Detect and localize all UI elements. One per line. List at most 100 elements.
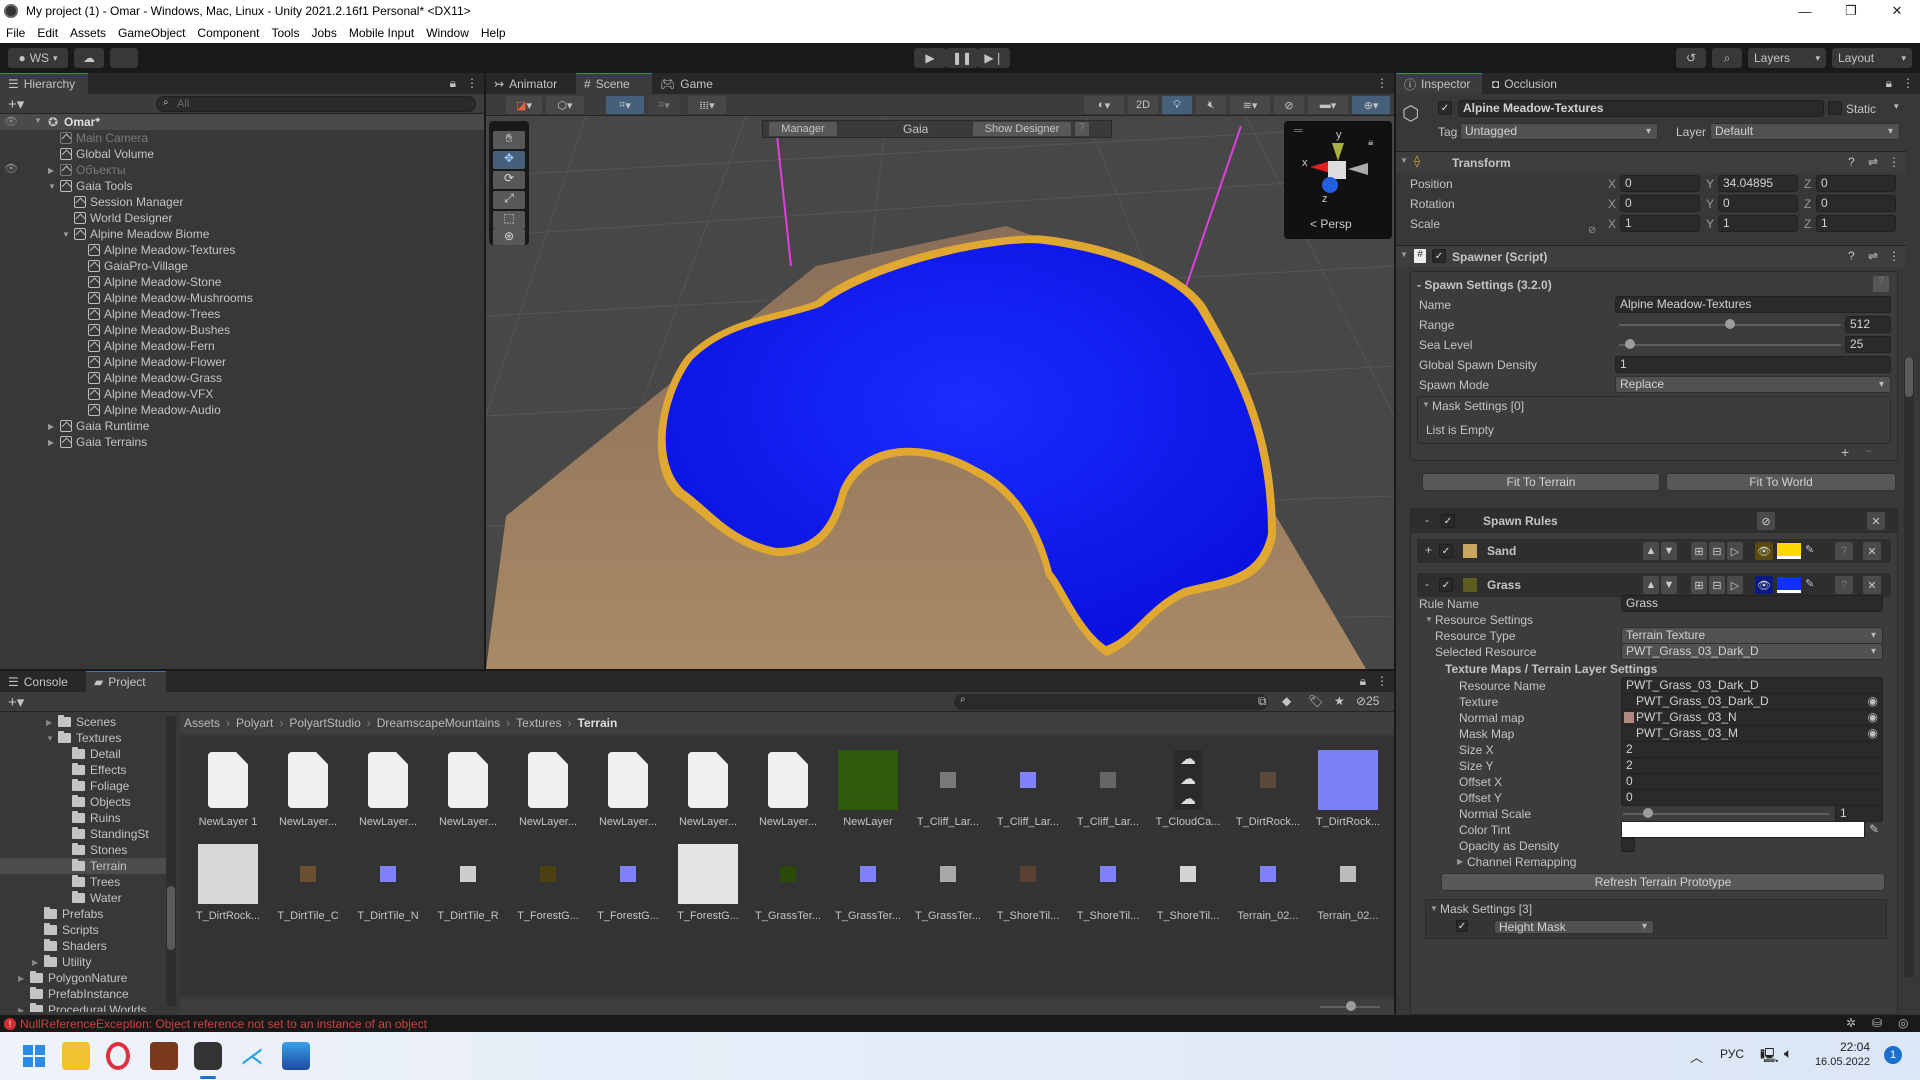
start-button[interactable] [20, 1042, 48, 1070]
undo-history-button[interactable]: ↺ [1676, 48, 1706, 68]
visibility-toggle[interactable]: ⊘ [1757, 512, 1775, 530]
asset-item[interactable]: T_ShoreTil... [1068, 842, 1148, 932]
create-button[interactable]: +▾ [8, 95, 24, 113]
opacity-density-checkbox[interactable] [1621, 838, 1635, 852]
rule-name-field[interactable]: Grass [1621, 595, 1883, 612]
add-button[interactable]: ⊞ [1691, 542, 1707, 560]
object-picker-icon[interactable]: ◉ [1868, 710, 1878, 725]
gizmo-z-axis[interactable] [1322, 177, 1338, 193]
breadcrumb-item[interactable]: PolyartStudio [289, 716, 360, 730]
lock-icon[interactable]: 🔒︎ [1368, 137, 1373, 148]
menu-mobile-input[interactable]: Mobile Input [343, 26, 420, 40]
folder-tree-item[interactable]: PrefabInstance [18, 986, 129, 1002]
folder-tree-item[interactable]: Effects [60, 762, 126, 778]
visualize-toggle[interactable]: 👁︎ [1755, 576, 1773, 594]
spawner-enabled-checkbox[interactable]: ✓ [1432, 249, 1446, 263]
asset-item[interactable]: Terrain_02... [1308, 842, 1388, 932]
spawn-rule-row[interactable]: + ✓ Sand ▲ ▼ ⊞ ⊟ ▷ 👁︎ ✎? ✕ [1417, 539, 1891, 563]
asset-item[interactable]: T_DirtRock... [1228, 748, 1308, 838]
offset-x-field[interactable]: 0 [1621, 773, 1883, 790]
eyedropper-icon[interactable]: ✎ [1805, 543, 1814, 556]
breadcrumb-item[interactable]: Assets [184, 716, 220, 730]
hierarchy-item[interactable]: World Designer [62, 210, 172, 226]
tab-console[interactable]: ☰ Console [0, 671, 84, 692]
kebab-menu-icon[interactable]: ⋮ [1888, 155, 1900, 169]
help-button[interactable]: ? [1075, 122, 1089, 136]
scene-gizmo[interactable]: ═ 🔒︎ y x z < Persp [1284, 121, 1392, 239]
constrain-proportions-icon[interactable]: ⊘ [1588, 225, 1596, 236]
mask-enabled-checkbox[interactable]: ✓ [1456, 920, 1468, 932]
account-dropdown[interactable]: ● WS ▾ [8, 48, 68, 68]
expand-arrow-icon[interactable]: ▼ [46, 734, 58, 743]
transform-tool-button[interactable]: ⊛ [493, 229, 525, 245]
visualization-color-swatch[interactable] [1777, 577, 1801, 593]
shading-dropdown[interactable]: ◐ ▾ [1084, 96, 1124, 114]
asset-item[interactable]: NewLayer [828, 748, 908, 838]
tab-occlusion[interactable]: ◘ Occlusion [1484, 73, 1570, 94]
hand-tool-button[interactable]: ✋︎ [493, 131, 525, 149]
kebab-menu-icon[interactable]: ⋮ [1888, 249, 1900, 263]
refresh-terrain-prototype-button[interactable]: Refresh Terrain Prototype [1441, 873, 1885, 891]
object-picker-icon[interactable]: ◉ [1868, 726, 1878, 741]
hierarchy-item[interactable]: Alpine Meadow-Trees [76, 306, 220, 322]
close-button[interactable]: ✕ [1874, 0, 1920, 22]
resource-type-dropdown[interactable]: Terrain Texture [1621, 627, 1883, 644]
expand-arrow-icon[interactable]: ▶ [18, 974, 30, 983]
spawner-name-field[interactable]: Alpine Meadow-Textures [1615, 296, 1891, 313]
hidden-packages-toggle[interactable]: ⊘25 [1356, 694, 1379, 708]
minimize-button[interactable]: — [1782, 0, 1828, 22]
thumbnail-size-knob[interactable] [1346, 1001, 1356, 1011]
preset-icon[interactable]: ⇌ [1868, 249, 1878, 263]
tab-animator[interactable]: ↣ Animator [486, 73, 574, 94]
asset-item[interactable]: NewLayer 1 [188, 748, 268, 838]
lock-icon[interactable]: 🔒︎ [1360, 674, 1366, 689]
inspector-scrollbar[interactable] [1904, 357, 1914, 977]
eyedropper-icon[interactable]: ✎ [1869, 822, 1879, 836]
notification-badge[interactable]: 1 [1884, 1046, 1902, 1064]
breadcrumb-item[interactable]: Textures [516, 716, 561, 730]
move-down-button[interactable]: ▼ [1661, 576, 1677, 594]
hierarchy-search-input[interactable]: ⌕ All [156, 96, 476, 112]
folder-tree-item[interactable]: Ruins [60, 810, 121, 826]
hierarchy-item[interactable]: Alpine Meadow-Mushrooms [76, 290, 253, 306]
asset-item[interactable]: NewLayer... [348, 748, 428, 838]
folder-tree-item[interactable]: ▶ Utility [32, 954, 91, 970]
sea-level-field[interactable]: 25 [1845, 336, 1891, 353]
duplicate-button[interactable]: ⊟ [1709, 576, 1725, 594]
height-mask-dropdown[interactable]: Height Mask [1494, 920, 1654, 934]
color-tint-field[interactable] [1621, 821, 1865, 838]
normal-scale-field[interactable]: 1 [1835, 805, 1883, 822]
show-designer-button[interactable]: Show Designer [973, 122, 1071, 136]
position-y-field[interactable]: 34.04895 [1718, 175, 1798, 192]
collapse-button[interactable]: - [1425, 513, 1429, 527]
asset-item[interactable]: T_ForestG... [508, 842, 588, 932]
remove-rule-button[interactable]: ✕ [1863, 542, 1881, 560]
layers-dropdown[interactable]: Layers ▾ [1748, 48, 1826, 68]
fit-to-terrain-button[interactable]: Fit To Terrain [1422, 473, 1660, 491]
asset-item[interactable]: NewLayer... [268, 748, 348, 838]
language-indicator[interactable]: РУС [1720, 1047, 1744, 1061]
preset-icon[interactable]: ⇌ [1868, 155, 1878, 169]
visualize-toggle[interactable]: 👁︎ [1755, 542, 1773, 560]
asset-item[interactable]: NewLayer... [508, 748, 588, 838]
transform-header[interactable]: ▼ ⟠ Transform ? ⇌ ⋮ [1396, 151, 1906, 173]
gizmo-x-axis[interactable] [1310, 161, 1330, 173]
hierarchy-item[interactable]: ▶ Объекты [48, 162, 126, 178]
normal-scale-slider[interactable] [1623, 813, 1829, 815]
volume-icon[interactable]: 🔈︎ [1784, 1045, 1792, 1062]
scale-tool-button[interactable]: ⤢ [493, 191, 525, 209]
expand-arrow-icon[interactable]: ▶ [48, 166, 58, 175]
expand-arrow-icon[interactable]: ▼ [34, 116, 42, 125]
asset-item[interactable]: T_DirtTile_N [348, 842, 428, 932]
help-button[interactable]: ? [1835, 576, 1853, 594]
menu-edit[interactable]: Edit [31, 26, 64, 40]
debug-icon[interactable]: ✲ [1846, 1016, 1856, 1030]
hierarchy-item[interactable]: GaiaPro-Village [76, 258, 188, 274]
rule-enabled-checkbox[interactable]: ✓ [1439, 544, 1453, 558]
effects-dropdown[interactable]: ≋ ▾ [1230, 96, 1270, 114]
play-button[interactable]: ▷ [1727, 542, 1743, 560]
camera-dropdown[interactable]: ▬ ▾ [1308, 96, 1348, 114]
menu-gameobject[interactable]: GameObject [112, 26, 191, 40]
clock-time[interactable]: 22:04 [1818, 1040, 1870, 1054]
collapse-arrow-icon[interactable]: ▼ [1422, 400, 1430, 409]
